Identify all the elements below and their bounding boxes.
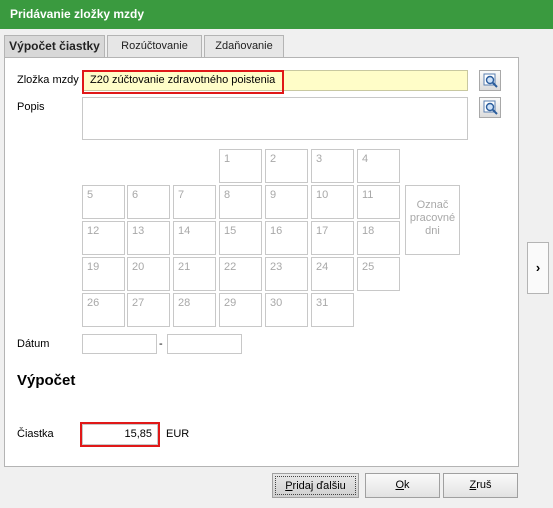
tab-panel: Zložka mzdy Z20 zúčtovanie zdravotného p… xyxy=(4,57,519,467)
add-next-mnemonic: P xyxy=(285,480,293,492)
datum-separator: - xyxy=(159,338,163,350)
popis-field[interactable] xyxy=(82,97,468,140)
popis-label: Popis xyxy=(17,101,45,113)
currency-label: EUR xyxy=(166,428,190,440)
datum-label: Dátum xyxy=(17,338,50,350)
calendar-day[interactable]: 1 xyxy=(219,149,262,183)
calendar-day[interactable]: 28 xyxy=(173,293,216,327)
ok-mnemonic: O xyxy=(395,479,405,491)
calendar-day[interactable]: 8 xyxy=(219,185,262,219)
cancel-label: ruš xyxy=(476,479,492,491)
magnifier-icon xyxy=(483,100,498,115)
calendar-day[interactable]: 21 xyxy=(173,257,216,291)
tab-zdanovanie[interactable]: Zdaňovanie xyxy=(204,35,284,57)
ciastka-highlight xyxy=(80,422,160,447)
section-heading: Výpočet xyxy=(17,372,76,389)
calendar-day[interactable]: 16 xyxy=(265,221,308,255)
mark-button-line: dni xyxy=(425,225,440,237)
calendar-day[interactable]: 26 xyxy=(82,293,125,327)
ciastka-label: Čiastka xyxy=(17,428,54,440)
ok-label: k xyxy=(404,479,410,491)
chevron-right-icon[interactable]: › xyxy=(527,242,549,294)
calendar-day[interactable]: 29 xyxy=(219,293,262,327)
datum-from-field[interactable] xyxy=(82,334,157,354)
zlozka-label: Zložka mzdy xyxy=(17,74,79,86)
calendar-day[interactable]: 7 xyxy=(173,185,216,219)
window-title: Pridávanie zložky mzdy xyxy=(0,0,553,29)
calendar-day[interactable]: 24 xyxy=(311,257,354,291)
zlozka-highlight xyxy=(82,70,284,94)
calendar-day[interactable]: 31 xyxy=(311,293,354,327)
popis-lookup-button[interactable] xyxy=(479,97,501,118)
calendar-day[interactable]: 14 xyxy=(173,221,216,255)
calendar-day[interactable]: 11 xyxy=(357,185,400,219)
datum-to-field[interactable] xyxy=(167,334,242,354)
mark-button-line: pracovné xyxy=(409,212,456,224)
mark-button-line: Označ xyxy=(416,199,449,211)
calendar-day[interactable]: 30 xyxy=(265,293,308,327)
calendar-day[interactable]: 25 xyxy=(357,257,400,291)
calendar-day[interactable]: 15 xyxy=(219,221,262,255)
calendar-day[interactable]: 6 xyxy=(127,185,170,219)
calendar-day[interactable]: 19 xyxy=(82,257,125,291)
calendar-day[interactable]: 10 xyxy=(311,185,354,219)
calendar-day[interactable]: 9 xyxy=(265,185,308,219)
calendar-day[interactable]: 12 xyxy=(82,221,125,255)
calendar-day[interactable]: 20 xyxy=(127,257,170,291)
tab-vypocet-ciastky[interactable]: Výpočet čiastky xyxy=(4,35,105,58)
calendar-day[interactable]: 2 xyxy=(265,149,308,183)
calendar-day[interactable]: 5 xyxy=(82,185,125,219)
tab-rozuctovanie[interactable]: Rozúčtovanie xyxy=(107,35,202,57)
calendar-day[interactable]: 23 xyxy=(265,257,308,291)
add-next-button[interactable]: Pridaj ďalšiu xyxy=(272,473,359,498)
calendar-day[interactable]: 17 xyxy=(311,221,354,255)
calendar-day[interactable]: 4 xyxy=(357,149,400,183)
add-next-label: ridaj ďalšiu xyxy=(292,480,346,492)
calendar-day[interactable]: 13 xyxy=(127,221,170,255)
calendar-day[interactable]: 22 xyxy=(219,257,262,291)
magnifier-icon xyxy=(483,73,498,88)
calendar-day[interactable]: 27 xyxy=(127,293,170,327)
zlozka-lookup-button[interactable] xyxy=(479,70,501,91)
cancel-button[interactable]: Zruš xyxy=(443,473,518,498)
calendar-day[interactable]: 3 xyxy=(311,149,354,183)
calendar-day[interactable]: 18 xyxy=(357,221,400,255)
ok-button[interactable]: Ok xyxy=(365,473,440,498)
mark-working-days-button[interactable]: Označ pracovné dni xyxy=(405,185,460,255)
